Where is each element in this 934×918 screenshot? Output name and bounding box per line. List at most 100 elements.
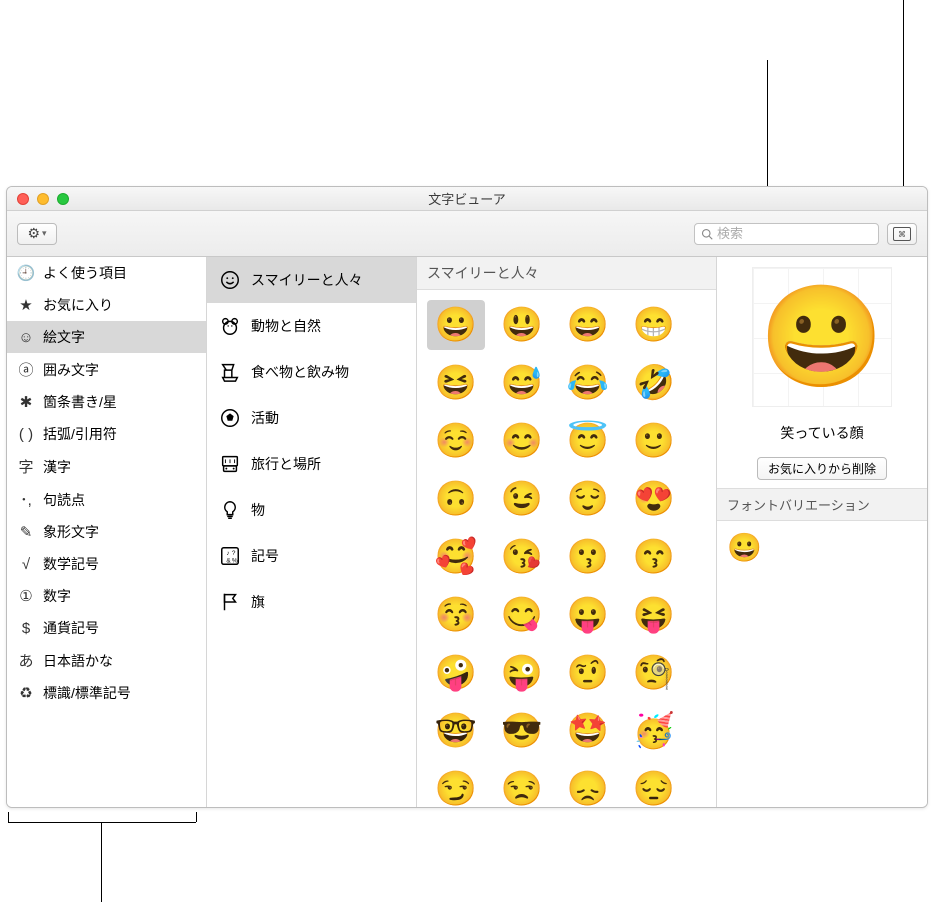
toolbar: ⚙ ▾ ⌘ [7,211,927,257]
sidebar-item-label: 通貨記号 [43,618,99,638]
svg-text:%: % [232,557,238,564]
emoji-cell[interactable]: 🤩 [559,706,617,756]
sidebar-item-label: 数字 [43,586,71,606]
sidebar-item[interactable]: ✎象形文字 [7,516,206,548]
category-sidebar: 🕘よく使う項目★お気に入り☺絵文字ⓐ囲み文字✱箇条書き/星( )括弧/引用符字漢… [7,257,207,807]
flag-icon [219,591,241,613]
emoji-cell[interactable]: 😞 [559,764,617,807]
subcategory-label: スマイリーと人々 [251,270,363,290]
sidebar-item[interactable]: ⓐ囲み文字 [7,353,206,386]
sidebar-item-label: 句読点 [43,490,85,510]
sidebar-item[interactable]: √数学記号 [7,548,206,580]
subcategory-item[interactable]: ♪?&%記号 [207,533,416,579]
emoji-cell[interactable]: 🙂 [625,416,683,466]
emoji-cell[interactable]: 😉 [493,474,551,524]
sidebar-item[interactable]: ★お気に入り [7,289,206,321]
car-icon [219,453,241,475]
remove-favorite-button[interactable]: お気に入りから削除 [757,457,887,480]
emoji-cell[interactable]: 😄 [559,300,617,350]
emoji-cell[interactable]: 😀 [427,300,485,350]
emoji-cell[interactable]: 😜 [493,648,551,698]
sidebar-item[interactable]: 字漢字 [7,450,206,483]
subcategory-item[interactable]: 旅行と場所 [207,441,416,487]
emoji-cell[interactable]: 😒 [493,764,551,807]
emoji-cell[interactable]: 😁 [625,300,683,350]
subcategory-item[interactable]: 動物と自然 [207,303,416,349]
sidebar-item-icon: ･, [17,489,35,510]
emoji-cell[interactable]: 😝 [625,590,683,640]
emoji-cell[interactable]: 😇 [559,416,617,466]
subcategory-item[interactable]: 旗 [207,579,416,625]
font-variation-header: フォントバリエーション [717,488,927,521]
sidebar-item-icon: ✎ [17,523,35,541]
subcategory-item[interactable]: 食べ物と飲み物 [207,349,416,395]
svg-text:?: ? [232,550,236,557]
callout-line-sidebar-h [8,822,196,823]
emoji-cell[interactable]: 😗 [559,532,617,582]
emoji-cell[interactable]: 😆 [427,358,485,408]
emoji-grid: 😀😃😄😁 😆😅😂🤣 ☺️😊😇🙂 🙃😉😌😍 🥰😘😗😙 😚😋😛😝 🤪😜🤨🧐 🤓😎🤩🥳 😏😒😞😔 [417,290,716,807]
preview-character: 😀 [760,279,885,396]
sidebar-item-label: 括弧/引用符 [43,424,117,444]
emoji-cell[interactable]: 🤣 [625,358,683,408]
titlebar: 文字ビューア [7,187,927,211]
emoji-cell[interactable]: 😙 [625,532,683,582]
subcategory-label: 食べ物と飲み物 [251,362,349,382]
emoji-cell[interactable]: 😛 [559,590,617,640]
preview-box: 😀 [717,257,927,417]
sidebar-item[interactable]: あ日本語かな [7,644,206,677]
svg-text:⌘: ⌘ [898,230,906,239]
search-input[interactable] [717,226,872,241]
emoji-cell[interactable]: 😊 [493,416,551,466]
emoji-cell[interactable]: 😏 [427,764,485,807]
keyboard-icon: ⌘ [893,227,911,241]
gear-icon: ⚙ [27,225,40,242]
collapse-viewer-button[interactable]: ⌘ [887,223,917,245]
emoji-cell[interactable]: ☺️ [427,416,485,466]
sidebar-item[interactable]: $通貨記号 [7,612,206,644]
search-icon [701,228,713,240]
subcategory-item[interactable]: 物 [207,487,416,533]
sidebar-item[interactable]: ･, 句読点 [7,483,206,516]
callout-line-sidebar-v [101,822,102,902]
callout-tick-left [8,812,9,822]
ball-icon [219,407,241,429]
sidebar-item-label: 日本語かな [43,651,113,671]
emoji-cell[interactable]: 😂 [559,358,617,408]
sidebar-item-icon: ♻ [17,684,35,702]
emoji-cell[interactable]: 🧐 [625,648,683,698]
sidebar-item[interactable]: ①数字 [7,580,206,612]
emoji-cell[interactable]: 🥰 [427,532,485,582]
emoji-cell[interactable]: 🤪 [427,648,485,698]
emoji-cell[interactable]: 😎 [493,706,551,756]
emoji-cell[interactable]: 😘 [493,532,551,582]
subcategory-item[interactable]: スマイリーと人々 [207,257,416,303]
emoji-cell[interactable]: 😔 [625,764,683,807]
emoji-cell[interactable]: 😅 [493,358,551,408]
sidebar-item-icon: 字 [17,456,35,477]
sidebar-item[interactable]: ♻標識/標準記号 [7,677,206,709]
sidebar-item[interactable]: 🕘よく使う項目 [7,257,206,289]
subcategory-label: 旅行と場所 [251,454,321,474]
sidebar-item[interactable]: ( )括弧/引用符 [7,418,206,450]
bulb-icon [219,499,241,521]
sidebar-item[interactable]: ✱箇条書き/星 [7,386,206,418]
subcategory-item[interactable]: 活動 [207,395,416,441]
food-icon [219,361,241,383]
emoji-cell[interactable]: 😋 [493,590,551,640]
emoji-cell[interactable]: 😌 [559,474,617,524]
search-field[interactable] [694,223,879,245]
subcategory-label: 活動 [251,408,279,428]
emoji-cell[interactable]: 🤨 [559,648,617,698]
sidebar-item[interactable]: ☺絵文字 [7,321,206,353]
emoji-cell[interactable]: 😍 [625,474,683,524]
font-variation-character[interactable]: 😀 [727,532,762,563]
callout-line-collapse [903,0,904,210]
emoji-cell[interactable]: 🤓 [427,706,485,756]
emoji-cell[interactable]: 🙃 [427,474,485,524]
settings-menu-button[interactable]: ⚙ ▾ [17,223,57,245]
emoji-cell[interactable]: 😚 [427,590,485,640]
emoji-cell[interactable]: 🥳 [625,706,683,756]
sidebar-item-icon: ⓐ [17,359,35,380]
emoji-cell[interactable]: 😃 [493,300,551,350]
